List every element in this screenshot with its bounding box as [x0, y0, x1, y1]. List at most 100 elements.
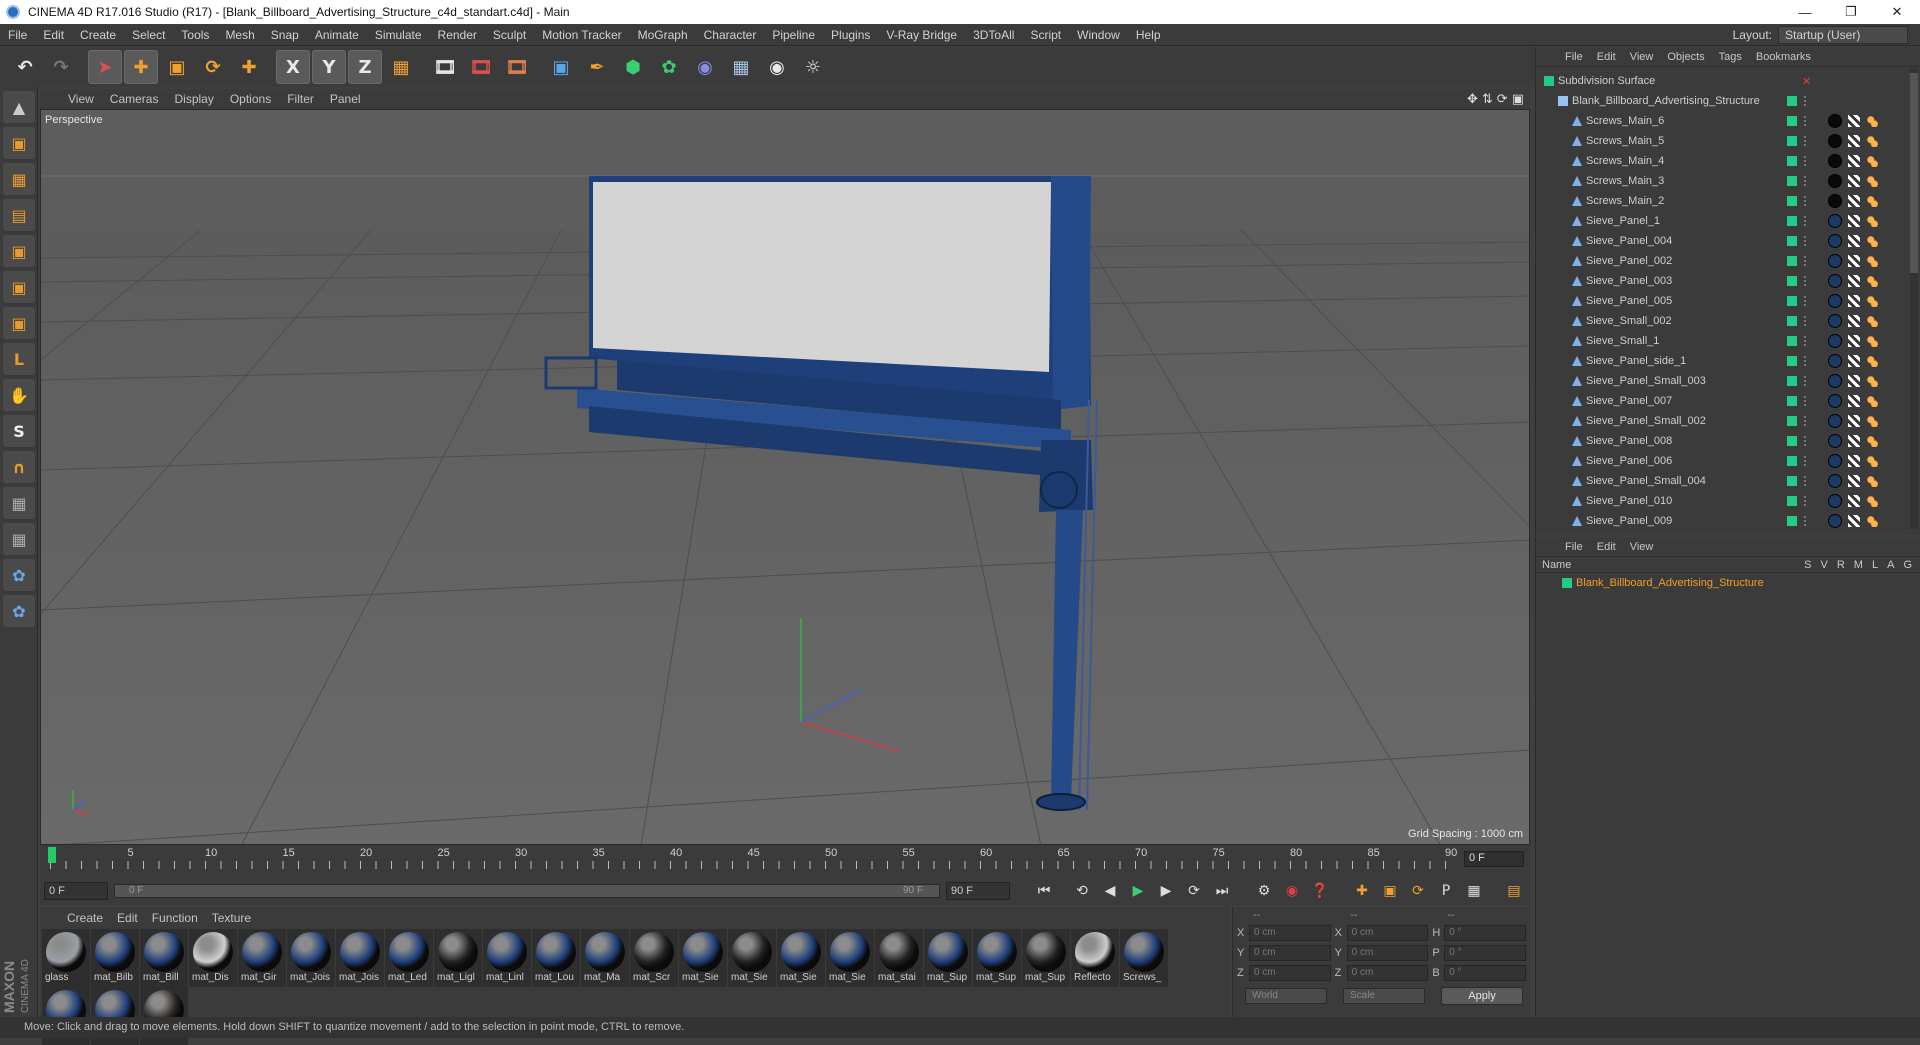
workplane-mode-icon[interactable]: ▤ [3, 199, 35, 231]
material-swatch[interactable]: mat_Sup [924, 929, 972, 987]
object-row[interactable]: Sieve_Panel_002 [1536, 251, 1920, 271]
menu-snap[interactable]: Snap [263, 28, 307, 42]
model-mode-icon[interactable]: ▣ [3, 127, 35, 159]
visibility-toggle-icon[interactable] [1804, 476, 1808, 486]
material-tag-icon[interactable] [1828, 234, 1842, 248]
phong-tag-icon[interactable] [1866, 195, 1878, 207]
material-tag-icon[interactable] [1828, 154, 1842, 168]
material-swatch[interactable]: mat_Bill [140, 929, 188, 987]
phong-tag-icon[interactable] [1866, 215, 1878, 227]
move-icon[interactable]: ✚ [124, 50, 158, 84]
object-row[interactable]: Sieve_Panel_1 [1536, 211, 1920, 231]
object-row[interactable]: Screws_Main_3 [1536, 171, 1920, 191]
uvw-tag-icon[interactable] [1848, 515, 1860, 527]
material-tag-icon[interactable] [1828, 494, 1842, 508]
render-settings-icon[interactable]: 🎞 [500, 50, 534, 84]
phong-tag-icon[interactable] [1866, 335, 1878, 347]
playhead[interactable] [48, 847, 56, 863]
uvw-tag-icon[interactable] [1848, 275, 1860, 287]
viewport-menu-view[interactable]: View [60, 92, 102, 106]
python-console-icon[interactable]: ✿ [3, 595, 35, 627]
close-tag-icon[interactable]: ✕ [1802, 75, 1811, 88]
object-row[interactable]: Sieve_Panel_003 [1536, 271, 1920, 291]
material-swatch[interactable]: mat_Scr [630, 929, 678, 987]
pan-icon[interactable]: ✥ [1467, 92, 1478, 107]
coordinate-icon[interactable]: ▦ [384, 50, 418, 84]
material-tag-icon[interactable] [1828, 314, 1842, 328]
previous-key-icon[interactable]: ⟲ [1071, 880, 1093, 902]
material-tag-icon[interactable] [1828, 394, 1842, 408]
uvw-tag-icon[interactable] [1848, 155, 1860, 167]
object-menu-file[interactable]: File [1558, 51, 1590, 63]
phong-tag-icon[interactable] [1866, 315, 1878, 327]
phong-tag-icon[interactable] [1866, 295, 1878, 307]
visibility-toggle-icon[interactable] [1804, 496, 1808, 506]
menu-select[interactable]: Select [124, 28, 173, 42]
visibility-toggle-icon[interactable] [1804, 176, 1808, 186]
object-list-scrollbar[interactable] [1910, 69, 1918, 529]
timeline-window-icon[interactable]: ▤ [1503, 880, 1525, 902]
timeline[interactable]: 051015202530354045505560657075808590 0 F [40, 845, 1530, 877]
phong-tag-icon[interactable] [1866, 395, 1878, 407]
uvw-tag-icon[interactable] [1848, 455, 1860, 467]
uvw-tag-icon[interactable] [1848, 475, 1860, 487]
render-picture-queue-icon[interactable]: 🎞 [464, 50, 498, 84]
object-row[interactable]: Sieve_Panel_Small_002 [1536, 411, 1920, 431]
coord-rotation-field[interactable]: 0 ° [1444, 945, 1527, 961]
key-parameter-icon[interactable]: P [1435, 880, 1457, 902]
material-swatch[interactable]: mat_Bilb [91, 929, 139, 987]
phong-tag-icon[interactable] [1866, 375, 1878, 387]
menu-animate[interactable]: Animate [307, 28, 367, 42]
tweak-mode-icon[interactable]: ✋ [3, 379, 35, 411]
uvw-tag-icon[interactable] [1848, 115, 1860, 127]
phong-tag-icon[interactable] [1866, 455, 1878, 467]
object-row[interactable]: Sieve_Panel_008 [1536, 431, 1920, 451]
phong-tag-icon[interactable] [1866, 155, 1878, 167]
add-icon[interactable]: ✚ [232, 50, 266, 84]
object-row[interactable]: Screws_Main_4 [1536, 151, 1920, 171]
material-tag-icon[interactable] [1828, 174, 1842, 188]
object-row[interactable]: Blank_Billboard_Advertising_Structure [1536, 91, 1920, 111]
object-menu-tags[interactable]: Tags [1712, 51, 1749, 63]
material-menu-edit[interactable]: Edit [110, 911, 145, 925]
uvw-tag-icon[interactable] [1848, 235, 1860, 247]
texture-mode-icon[interactable]: ▦ [3, 163, 35, 195]
material-swatch[interactable]: mat_Sie [826, 929, 874, 987]
frame-range-slider[interactable]: 0 F 90 F [114, 884, 940, 898]
undo-icon[interactable]: ↶ [8, 50, 42, 84]
uvw-tag-icon[interactable] [1848, 175, 1860, 187]
material-tag-icon[interactable] [1828, 114, 1842, 128]
menu-render[interactable]: Render [430, 28, 485, 42]
locked-workplane-icon[interactable]: ▦ [3, 523, 35, 555]
material-tag-icon[interactable] [1828, 454, 1842, 468]
points-mode-icon[interactable]: ▣ [3, 235, 35, 267]
visibility-toggle-icon[interactable] [1804, 436, 1808, 446]
orbit-icon[interactable]: ⟳ [1497, 92, 1508, 107]
phong-tag-icon[interactable] [1866, 175, 1878, 187]
material-tag-icon[interactable] [1828, 334, 1842, 348]
uvw-tag-icon[interactable] [1848, 335, 1860, 347]
visibility-toggle-icon[interactable] [1804, 316, 1808, 326]
current-frame-field[interactable]: 0 F [1464, 851, 1524, 867]
object-row[interactable]: Sieve_Small_002 [1536, 311, 1920, 331]
menu-pipeline[interactable]: Pipeline [764, 28, 823, 42]
attribute-menu-edit[interactable]: Edit [1590, 541, 1623, 553]
visibility-toggle-icon[interactable] [1804, 116, 1808, 126]
menu-edit[interactable]: Edit [35, 28, 72, 42]
coord-size-field[interactable]: 0 cm [1346, 945, 1429, 961]
uvw-tag-icon[interactable] [1848, 215, 1860, 227]
menu-file[interactable]: File [0, 28, 35, 42]
object-row[interactable]: Subdivision Surface ✕ [1536, 71, 1920, 91]
visibility-toggle-icon[interactable] [1804, 516, 1808, 526]
menu-simulate[interactable]: Simulate [367, 28, 430, 42]
object-row[interactable]: Sieve_Panel_007 [1536, 391, 1920, 411]
visibility-toggle-icon[interactable] [1804, 356, 1808, 366]
material-swatch[interactable]: mat_Sie [728, 929, 776, 987]
coordinate-space-dropdown[interactable]: World [1245, 988, 1327, 1004]
visibility-toggle-icon[interactable] [1804, 136, 1808, 146]
uvw-tag-icon[interactable] [1848, 255, 1860, 267]
material-swatch[interactable]: mat_Sie [679, 929, 727, 987]
phong-tag-icon[interactable] [1866, 255, 1878, 267]
material-swatch[interactable]: mat_Ligl [434, 929, 482, 987]
phong-tag-icon[interactable] [1866, 235, 1878, 247]
